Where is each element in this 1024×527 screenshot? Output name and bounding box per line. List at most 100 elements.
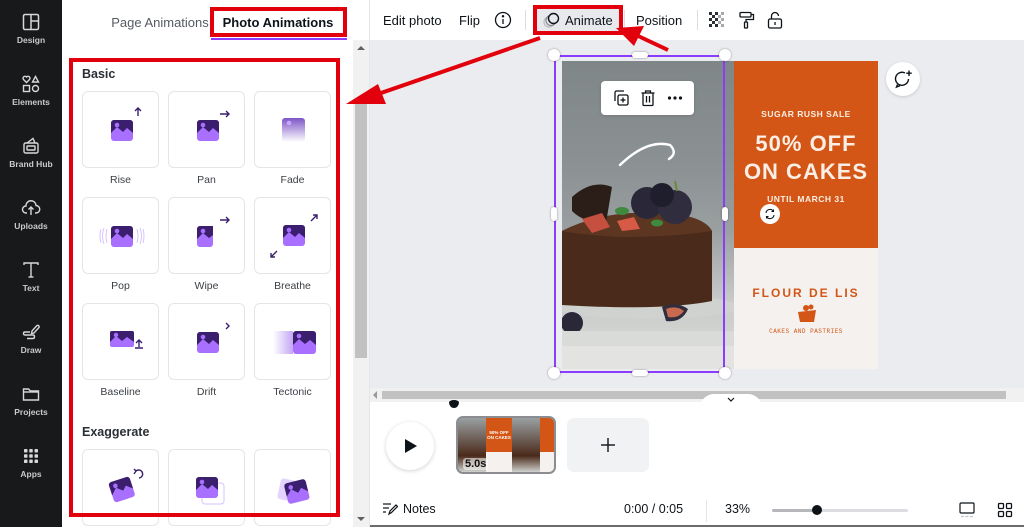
timeline-clip[interactable]: 50% OFF ON CAKES 5.0s (456, 416, 556, 474)
page-view-button[interactable] (958, 501, 976, 524)
resize-handle-tr[interactable] (719, 49, 731, 61)
draw-icon (22, 324, 40, 340)
fade-preview-icon (282, 118, 305, 142)
resize-handle-tl[interactable] (548, 49, 560, 61)
resize-handle-bl[interactable] (548, 367, 560, 379)
position-button[interactable]: Position (636, 8, 682, 32)
playhead-marker[interactable] (449, 400, 459, 408)
cake-slice-logo-icon (798, 304, 816, 322)
resize-handle-top[interactable] (632, 52, 648, 58)
sale-poster[interactable]: SUGAR RUSH SALE 50% OFF ON CAKES UNTIL M… (734, 61, 878, 248)
copy-style-button[interactable] (738, 8, 756, 32)
scroll-down-arrow[interactable] (357, 517, 365, 521)
notes-label: Notes (403, 502, 436, 516)
brand-subtitle: CAKES AND PASTRIES (769, 328, 843, 335)
toolbar-divider (697, 10, 698, 30)
stack-preview-icon (196, 477, 225, 505)
brand-panel[interactable]: FLOUR DE LIS CAKES AND PASTRIES (734, 248, 878, 369)
grid-view-icon (997, 502, 1013, 518)
zoom-slider[interactable] (772, 505, 908, 515)
clip-thumb-poster-2 (540, 418, 554, 452)
resize-handle-right[interactable] (722, 207, 728, 221)
lock-button[interactable] (766, 8, 784, 32)
rail-item-uploads[interactable]: Uploads (0, 198, 62, 254)
canvas-area: SUGAR RUSH SALE 50% OFF ON CAKES UNTIL M… (370, 40, 1024, 388)
more-icon[interactable] (666, 89, 684, 107)
animation-pan[interactable] (168, 91, 245, 168)
add-comment-button[interactable] (886, 62, 920, 96)
rotate-preview-icon (108, 468, 144, 503)
rail-item-projects[interactable]: Projects (0, 384, 62, 440)
animation-rotate[interactable] (82, 449, 159, 526)
resize-handle-br[interactable] (719, 367, 731, 379)
tab-label: Page Animations (111, 14, 209, 30)
position-label: Position (636, 12, 683, 28)
animation-label: Drift (196, 386, 217, 398)
animation-stack[interactable] (168, 449, 245, 526)
canvas-horizontal-scrollbar[interactable] (370, 388, 1024, 402)
animation-fade[interactable] (254, 91, 331, 168)
grid-view-button[interactable] (996, 501, 1014, 524)
resize-handle-left[interactable] (551, 207, 557, 221)
trash-icon[interactable] (639, 89, 657, 107)
animation-label: Tectonic (273, 386, 312, 398)
rail-item-draw[interactable]: Draw (0, 322, 62, 378)
rail-item-elements[interactable]: Elements (0, 74, 62, 130)
edit-photo-button[interactable]: Edit photo (383, 8, 442, 32)
rail-item-text[interactable]: Text (0, 260, 62, 316)
animation-pop[interactable] (82, 197, 159, 274)
rail-item-brand-hub[interactable]: Brand Hub (0, 136, 62, 192)
rail-label: Design (16, 35, 46, 45)
rail-label: Draw (20, 345, 42, 355)
info-button[interactable] (494, 8, 512, 32)
notes-button[interactable]: Notes (382, 502, 436, 516)
animation-drift[interactable] (168, 303, 245, 380)
scrollbar-thumb[interactable] (355, 102, 367, 358)
resize-handle-bottom[interactable] (632, 370, 648, 376)
clip-thumb-brand (486, 452, 512, 472)
clip-thumb-photo-2 (512, 418, 540, 472)
bottombar-divider (706, 500, 707, 522)
section-title-exaggerate: Exaggerate (82, 425, 150, 439)
pan-preview-icon (197, 110, 230, 141)
text-icon (23, 262, 39, 278)
wipe-preview-icon (197, 216, 230, 247)
horizontal-scrollbar-thumb[interactable] (382, 391, 1006, 399)
plus-icon (601, 438, 615, 452)
animation-tumble[interactable] (254, 449, 331, 526)
active-tab-indicator (211, 38, 347, 40)
bottom-bar: Notes 0:00 / 0:05 33% (370, 494, 1024, 527)
transparency-button[interactable] (708, 8, 726, 32)
rail-item-design[interactable]: Design (0, 12, 62, 68)
brand-name: FLOUR DE LIS (752, 286, 860, 300)
rail-label: Elements (12, 97, 50, 107)
scroll-up-arrow[interactable] (357, 46, 365, 50)
zoom-slider-knob[interactable] (812, 505, 822, 515)
add-page-button[interactable] (567, 418, 649, 472)
animation-rise[interactable] (82, 91, 159, 168)
tab-label: Photo Animations (222, 14, 334, 30)
animation-breathe[interactable] (254, 197, 331, 274)
animate-label: Animate (565, 12, 613, 28)
tab-page-animations[interactable]: Page Animations (90, 8, 230, 36)
scroll-left-arrow[interactable] (373, 391, 377, 399)
animation-baseline[interactable] (82, 303, 159, 380)
play-button[interactable] (386, 422, 434, 470)
replace-button[interactable] (760, 204, 780, 224)
animation-wipe[interactable] (168, 197, 245, 274)
animation-tectonic[interactable] (254, 303, 331, 380)
duplicate-icon[interactable] (612, 89, 630, 107)
animate-button[interactable]: Animate (533, 5, 623, 35)
rail-item-apps[interactable]: Apps (0, 446, 62, 502)
flip-button[interactable]: Flip (459, 8, 480, 32)
panel-scrollbar[interactable] (353, 40, 369, 527)
clip-thumb-poster: 50% OFF ON CAKES (486, 418, 512, 452)
design-page[interactable]: SUGAR RUSH SALE 50% OFF ON CAKES UNTIL M… (548, 49, 878, 379)
tab-photo-animations[interactable]: Photo Animations (210, 8, 346, 36)
toolbar-divider (525, 10, 526, 30)
poster-headline-2: ON CAKES (743, 159, 869, 184)
animation-label: Pop (111, 280, 130, 292)
animation-label: Baseline (100, 386, 141, 398)
playback-time: 0:00 / 0:05 (624, 502, 684, 516)
apps-grid-icon (24, 449, 38, 463)
